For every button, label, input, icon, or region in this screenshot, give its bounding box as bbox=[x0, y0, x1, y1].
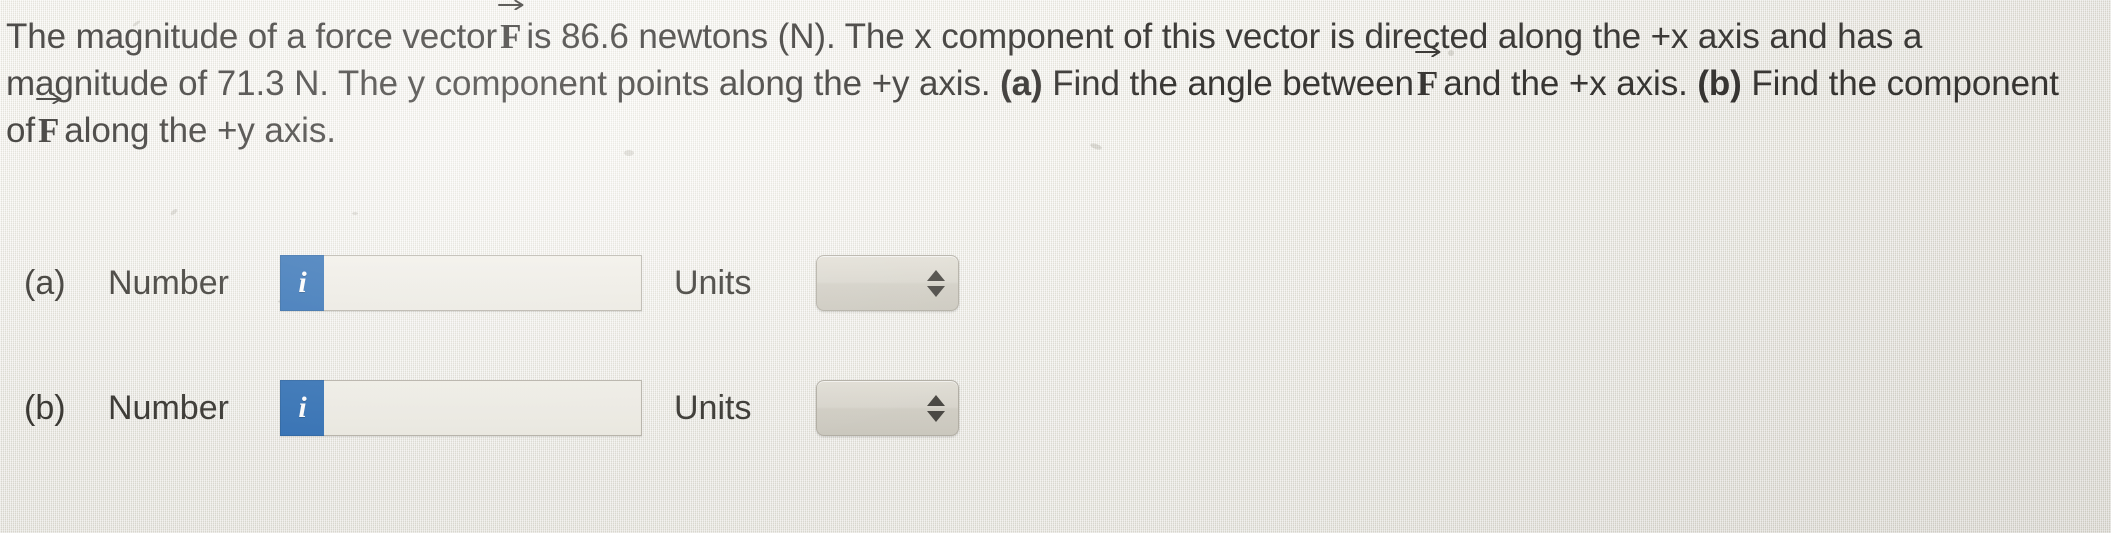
info-icon-a[interactable]: i bbox=[280, 255, 324, 311]
statement-text: of bbox=[6, 111, 35, 150]
vector-f-symbol: F bbox=[497, 0, 526, 60]
problem-page: The magnitude of a force vector Fis 86.6 … bbox=[0, 0, 2111, 533]
info-glyph: i bbox=[298, 266, 307, 299]
statement-text: Find the angle between bbox=[1052, 64, 1414, 103]
statement-text: and the +x axis. bbox=[1443, 64, 1688, 103]
units-label-a: Units bbox=[674, 264, 752, 302]
part-b-marker: (b) bbox=[1697, 64, 1742, 103]
answer-part-label-b: (b) bbox=[24, 389, 66, 427]
answer-row-b: (b) Number i Units bbox=[0, 373, 959, 443]
number-input-group-b: i bbox=[280, 380, 642, 436]
statement-variable-x: x bbox=[914, 17, 932, 56]
number-input-b[interactable] bbox=[324, 380, 642, 436]
number-input-a[interactable] bbox=[324, 255, 642, 311]
info-glyph: i bbox=[298, 391, 307, 424]
statement-line-2: magnitude of 71.3 N. The y component poi… bbox=[6, 46, 2104, 107]
answer-part-label-a: (a) bbox=[24, 264, 66, 302]
statement-variable-y: y bbox=[407, 64, 426, 103]
units-label-b: Units bbox=[674, 389, 752, 427]
units-select-a[interactable] bbox=[816, 255, 959, 311]
statement-text: along the +y axis. bbox=[64, 111, 336, 150]
statement-text: magnitude of 71.3 N. The bbox=[6, 64, 398, 103]
statement-text: Find the component bbox=[1751, 64, 2059, 103]
number-input-group-a: i bbox=[280, 255, 642, 311]
units-select-b[interactable] bbox=[816, 380, 959, 436]
vector-f-symbol: F bbox=[35, 93, 64, 154]
statement-line-3: of Falong the +y axis. bbox=[6, 93, 2104, 154]
problem-statement: The magnitude of a force vector Fis 86.6 … bbox=[6, 0, 2104, 154]
info-icon-b[interactable]: i bbox=[280, 380, 324, 436]
paper-speck bbox=[169, 207, 179, 217]
statement-line-1: The magnitude of a force vector Fis 86.6 … bbox=[6, 0, 2104, 60]
vector-arrow-icon bbox=[1414, 45, 1442, 57]
paper-speck bbox=[352, 212, 358, 215]
number-label-a: Number bbox=[108, 264, 229, 302]
vector-f-symbol: F bbox=[1414, 46, 1443, 107]
vector-letter: F bbox=[500, 17, 522, 56]
statement-text: is 86.6 newtons (N). The bbox=[526, 17, 905, 56]
vector-letter: F bbox=[38, 111, 60, 150]
part-a-marker: (a) bbox=[1000, 64, 1043, 103]
answer-row-a: (a) Number i Units bbox=[0, 248, 959, 318]
statement-text: component points along the +y axis. bbox=[434, 64, 991, 103]
vector-arrow-icon bbox=[498, 0, 525, 10]
vector-letter: F bbox=[1416, 64, 1439, 103]
statement-text: The magnitude of a force vector bbox=[6, 17, 498, 56]
number-label-b: Number bbox=[108, 389, 229, 427]
units-select-wrap-b bbox=[816, 380, 959, 436]
vector-arrow-icon bbox=[36, 92, 63, 104]
units-select-wrap-a bbox=[816, 255, 959, 311]
